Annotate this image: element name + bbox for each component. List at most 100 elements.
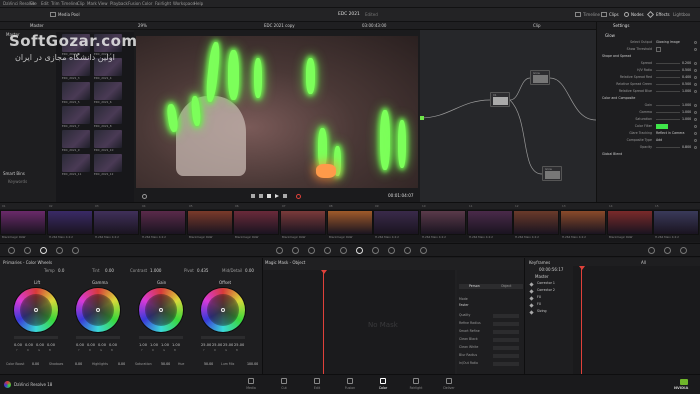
menu-item-fusion[interactable]: Fusion <box>128 2 141 6</box>
keyframe-track-label[interactable]: Sizing <box>537 309 547 313</box>
inspector-row-value[interactable]: 0.400 <box>682 75 691 79</box>
mask-param-field[interactable] <box>493 338 519 342</box>
menu-item-workspace[interactable]: Workspace <box>173 2 195 6</box>
bottom-param-value[interactable]: 0.00 <box>118 362 125 366</box>
inspector-row[interactable]: Saturation 1.000 <box>598 117 700 123</box>
inspector-row[interactable]: Relative Spread Red 0.400 <box>598 75 700 81</box>
timeline-clip[interactable] <box>140 210 186 235</box>
inspector-row[interactable]: Spread 0.200 <box>598 61 700 67</box>
timeline-clip[interactable] <box>327 210 373 235</box>
timeline-clip[interactable] <box>467 210 513 235</box>
inspector-row-value[interactable]: 1.000 <box>682 103 691 107</box>
inspector-slider[interactable] <box>656 63 680 64</box>
color-wheels-icon[interactable] <box>40 247 47 254</box>
timeline-clip[interactable] <box>560 210 606 235</box>
keyframes-track-area[interactable] <box>573 266 700 374</box>
video-viewer[interactable] <box>136 36 418 188</box>
reset-icon[interactable] <box>694 90 697 93</box>
zoom-level[interactable]: 29% <box>138 24 147 28</box>
keyframe-track-label[interactable]: Corrector 1 <box>537 281 555 285</box>
3d-icon[interactable] <box>420 247 427 254</box>
gamma-master-slider[interactable] <box>76 336 120 339</box>
node-clip-selector[interactable]: Clip <box>533 24 541 28</box>
gain-master-slider[interactable] <box>139 336 183 339</box>
lift-wheel[interactable] <box>14 288 58 332</box>
mask-param-field[interactable] <box>493 330 519 334</box>
menu-item-playback[interactable]: Playback <box>110 2 128 6</box>
menu-item-fairlight[interactable]: Fairlight <box>155 2 171 6</box>
bottom-param-value[interactable]: 0.00 <box>75 362 82 366</box>
timeline-clip[interactable] <box>47 210 93 235</box>
inspector-row-value[interactable]: 1.000 <box>682 89 691 93</box>
media-thumbnail[interactable] <box>94 82 122 100</box>
keyframes-icon[interactable] <box>648 247 655 254</box>
keyframe-track-label[interactable]: FX <box>537 295 541 299</box>
inspector-row[interactable]: Show Threshold <box>598 47 700 53</box>
skip-forward-icon[interactable] <box>283 194 287 198</box>
inspector-slider[interactable] <box>656 147 680 148</box>
inspector-row[interactable]: Gain 1.000 <box>598 103 700 109</box>
media-thumbnail[interactable] <box>62 154 90 172</box>
page-tab-deliver[interactable]: Deliver <box>434 376 464 394</box>
reset-icon[interactable] <box>694 139 697 142</box>
inspector-row[interactable]: Relative Spread Blue 1.000 <box>598 89 700 95</box>
viewer-options-icon[interactable] <box>142 194 147 199</box>
bottom-param-value[interactable]: 50.00 <box>204 362 213 366</box>
reset-icon[interactable] <box>694 104 697 107</box>
inspector-row[interactable]: Color Filter <box>598 124 700 130</box>
reset-icon[interactable] <box>694 146 697 149</box>
reset-icon[interactable] <box>694 41 697 44</box>
magic-mask-track-area[interactable]: No Mask <box>263 270 455 374</box>
inspector-slider[interactable] <box>656 105 680 106</box>
mask-param-field[interactable] <box>493 362 519 366</box>
keyframe-diamond-icon[interactable] <box>529 296 534 301</box>
skip-back-icon[interactable] <box>251 194 255 198</box>
inspector-row-value[interactable]: 1.000 <box>682 110 691 114</box>
gain-wheel[interactable] <box>139 288 183 332</box>
clips-button[interactable]: Clips <box>609 13 619 17</box>
page-tab-color[interactable]: Color <box>368 376 398 394</box>
reset-icon[interactable] <box>694 62 697 65</box>
show-threshold-checkbox[interactable] <box>656 47 661 52</box>
mask-param-field[interactable] <box>493 354 519 358</box>
keyframes-playhead-handle[interactable] <box>579 266 585 270</box>
page-tab-edit[interactable]: Edit <box>302 376 332 394</box>
timeline-clip[interactable] <box>93 210 139 235</box>
reset-icon[interactable] <box>694 48 697 51</box>
contrast-value[interactable]: 1.000 <box>150 269 161 273</box>
bottom-param-value[interactable]: 0.00 <box>32 362 39 366</box>
inspector-row[interactable]: Gamma 1.000 <box>598 110 700 116</box>
timeline-clip[interactable] <box>513 210 559 235</box>
inspector-slider[interactable] <box>656 91 680 92</box>
timeline-clip[interactable] <box>373 210 419 235</box>
qualifier-icon[interactable] <box>308 247 315 254</box>
rgb-mixer-icon[interactable] <box>56 247 63 254</box>
gamma-wheel[interactable] <box>76 288 120 332</box>
mask-mode-value[interactable]: Faster <box>459 303 469 307</box>
media-thumbnail[interactable] <box>62 130 90 148</box>
keyframes-filter[interactable]: All <box>641 261 646 265</box>
inspector-row-value[interactable]: 0.200 <box>682 61 691 65</box>
mid-detail-value[interactable]: 0.00 <box>245 269 254 273</box>
inspector-row[interactable]: Global Blend <box>598 152 700 158</box>
timeline-clip[interactable] <box>653 210 699 235</box>
window-icon[interactable] <box>324 247 331 254</box>
media-pool-button[interactable]: Media Pool <box>58 13 80 17</box>
mask-param-field[interactable] <box>493 346 519 350</box>
camera-raw-icon[interactable] <box>8 247 15 254</box>
inspector-tab-settings[interactable]: Settings <box>613 24 629 28</box>
reverse-icon[interactable] <box>259 194 263 198</box>
inspector-row-value[interactable]: Add <box>656 138 662 142</box>
menu-item-timeline[interactable]: Timeline <box>61 2 78 6</box>
keyframe-diamond-icon[interactable] <box>529 310 534 315</box>
scopes-icon[interactable] <box>664 247 671 254</box>
bottom-param-value[interactable]: 50.00 <box>161 362 170 366</box>
menu-item-clip[interactable]: Clip <box>77 2 85 6</box>
keyframe-diamond-icon[interactable] <box>529 282 534 287</box>
timeline-clip[interactable] <box>607 210 653 235</box>
bottom-param-value[interactable]: 100.00 <box>247 362 258 366</box>
inspector-row-value[interactable]: Reflect in Camera <box>656 131 684 135</box>
page-tab-cut[interactable]: Cut <box>269 376 299 394</box>
inspector-row[interactable]: Color and Composite <box>598 96 700 102</box>
media-thumbnail[interactable] <box>62 106 90 124</box>
